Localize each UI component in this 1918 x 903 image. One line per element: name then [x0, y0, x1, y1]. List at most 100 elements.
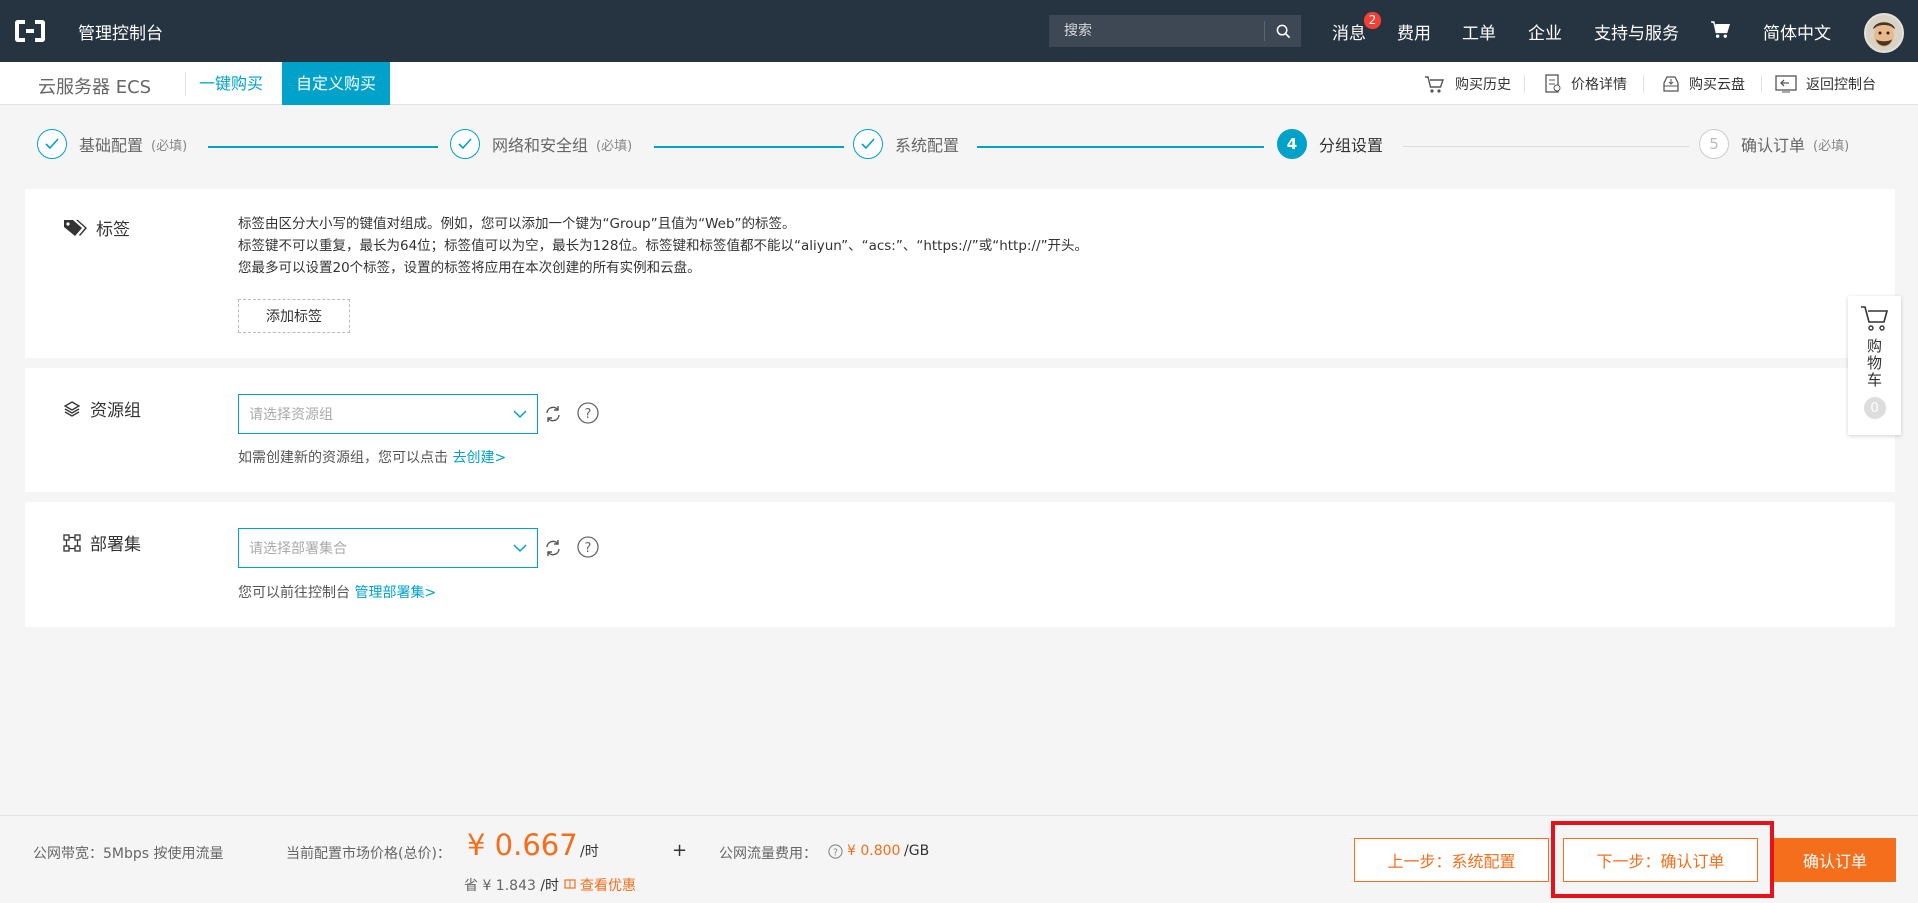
price-label: 当前配置市场价格(总价)：	[286, 846, 451, 862]
help-icon[interactable]: ?	[828, 844, 843, 863]
resource-group-label: 资源组	[90, 401, 141, 421]
floating-cart-label: 购物车	[1866, 337, 1882, 389]
nav-language[interactable]: 简体中文	[1763, 19, 1831, 44]
step-system-config[interactable]: 系统配置	[853, 129, 959, 159]
svg-text:?: ?	[833, 847, 838, 858]
shopping-cart-icon[interactable]	[1710, 20, 1731, 43]
svg-text:?: ?	[585, 541, 592, 556]
step-number: 4	[1277, 129, 1307, 159]
deployment-set-hint: 您可以前往控制台 管理部署集>	[238, 582, 436, 602]
view-discount-link[interactable]: 查看优惠	[563, 878, 636, 894]
step-network-security[interactable]: 网络和安全组 (必填)	[450, 129, 632, 159]
resource-group-panel: 资源组 请选择资源组 ? 如需创建新的资源组，您可以点击 去创建>	[25, 368, 1895, 492]
step-label: 分组设置	[1319, 136, 1384, 155]
step-connector	[654, 146, 844, 148]
savings-line: 省 ¥ 1.843 /时 查看优惠	[464, 875, 636, 895]
document-icon	[1545, 74, 1561, 93]
shopping-cart-icon	[1860, 306, 1888, 331]
help-icon[interactable]: ?	[577, 402, 599, 428]
confirm-order-button[interactable]: 确认订单	[1774, 838, 1896, 882]
tab-custom-purchase[interactable]: 自定义购买	[282, 62, 391, 105]
price-unit: /时	[580, 844, 599, 860]
toolbar-divider	[1643, 75, 1644, 93]
step-basic-config[interactable]: 基础配置 (必填)	[37, 129, 187, 159]
resource-group-placeholder: 请选择资源组	[249, 407, 333, 423]
tags-desc-line: 标签键不可以重复，最长为64位；标签值可以为空，最长为128位。标签键和标签值都…	[238, 238, 1089, 254]
price-details-label: 价格详情	[1571, 77, 1627, 93]
search-icon[interactable]	[1265, 15, 1301, 47]
view-discount-label: 查看优惠	[579, 878, 636, 894]
plus-sign: +	[672, 840, 688, 861]
refresh-icon[interactable]	[544, 405, 562, 427]
deployment-set-select[interactable]: 请选择部署集合	[238, 528, 538, 568]
back-to-console-link[interactable]: 返回控制台	[1775, 74, 1876, 94]
buy-disk-label: 购买云盘	[1689, 77, 1745, 93]
help-icon[interactable]: ?	[577, 536, 599, 562]
price-details-link[interactable]: 价格详情	[1544, 74, 1627, 94]
save-amount: ¥ 1.843	[482, 878, 536, 894]
tag-icon	[64, 219, 87, 236]
next-step-button[interactable]: 下一步：确认订单	[1563, 838, 1758, 882]
add-tag-button[interactable]: 添加标签	[238, 299, 350, 333]
coupon-icon	[563, 879, 576, 889]
deployment-set-placeholder: 请选择部署集合	[249, 541, 347, 557]
purchase-history-link[interactable]: 购买历史	[1424, 74, 1511, 94]
step-connector	[208, 146, 438, 148]
disk-icon	[1663, 76, 1679, 92]
step-number: 5	[1699, 129, 1729, 159]
cart-count-badge: 0	[1863, 397, 1886, 419]
tags-panel: 标签 标签由区分大小写的键值对组成。例如，您可以添加一个键为“Group”且值为…	[25, 189, 1895, 358]
tags-desc-line: 标签由区分大小写的键值对组成。例如，您可以添加一个键为“Group”且值为“We…	[238, 216, 796, 232]
deployment-set-hint-text: 您可以前往控制台	[238, 585, 350, 601]
step-label: 网络和安全组	[492, 136, 589, 155]
nav-tickets[interactable]: 工单	[1462, 19, 1496, 44]
step-group-settings[interactable]: 4 分组设置	[1277, 129, 1383, 159]
buy-disk-link[interactable]: 购买云盘	[1662, 74, 1745, 94]
back-to-console-icon	[1775, 75, 1797, 93]
toolbar-divider	[1761, 75, 1762, 93]
tags-description: 标签由区分大小写的键值对组成。例如，您可以添加一个键为“Group”且值为“We…	[238, 213, 1088, 279]
nav-support[interactable]: 支持与服务	[1594, 19, 1679, 44]
manage-deployment-set-link[interactable]: 管理部署集>	[354, 585, 436, 601]
floating-cart[interactable]: 购物车 0	[1848, 296, 1901, 435]
tags-title-label: 标签	[96, 220, 130, 240]
bandwidth-info: 公网带宽：5Mbps 按使用流量	[33, 846, 224, 862]
product-sub-header: 云服务器 ECS 一键购买 自定义购买 购买历史 价格详情 购买云盘 返回控制台	[0, 62, 1918, 105]
aliyun-logo-icon[interactable]	[15, 20, 45, 42]
deployment-set-panel: 部署集 请选择部署集合 ? 您可以前往控制台 管理部署集>	[25, 502, 1895, 627]
chevron-down-icon	[513, 409, 527, 418]
bottom-price-bar: 公网带宽：5Mbps 按使用流量 当前配置市场价格(总价)： ¥ 0.667 /…	[0, 815, 1918, 903]
step-label: 系统配置	[895, 136, 960, 155]
product-name: 云服务器 ECS	[38, 77, 152, 98]
console-title[interactable]: 管理控制台	[78, 19, 163, 44]
step-connector	[1403, 146, 1689, 147]
check-icon	[450, 129, 480, 159]
step-label: 确认订单	[1741, 136, 1806, 155]
resource-group-title: 资源组	[63, 396, 141, 421]
deployment-set-title: 部署集	[63, 530, 141, 555]
nav-fees[interactable]: 费用	[1397, 19, 1431, 44]
user-avatar[interactable]	[1864, 13, 1904, 53]
save-prefix: 省	[464, 878, 478, 894]
deployment-set-label: 部署集	[90, 535, 141, 555]
check-icon	[853, 129, 883, 159]
nav-enterprise[interactable]: 企业	[1528, 19, 1562, 44]
resource-group-hint: 如需创建新的资源组，您可以点击 去创建>	[238, 447, 506, 467]
cart-history-icon	[1425, 76, 1444, 93]
tags-desc-line: 您最多可以设置20个标签，设置的标签将应用在本次创建的所有实例和云盘。	[238, 260, 701, 276]
refresh-icon[interactable]	[544, 539, 562, 561]
prev-step-button[interactable]: 上一步：系统配置	[1354, 838, 1549, 882]
resource-group-hint-text: 如需创建新的资源组，您可以点击	[238, 450, 448, 466]
step-required-note: (必填)	[1813, 138, 1850, 154]
tab-quick-purchase[interactable]: 一键购买	[185, 62, 277, 105]
step-confirm-order[interactable]: 5 确认订单 (必填)	[1699, 129, 1849, 159]
nav-messages[interactable]: 消息	[1332, 19, 1366, 44]
tags-title: 标签	[63, 215, 130, 240]
step-required-note: (必填)	[596, 138, 633, 154]
messages-badge: 2	[1364, 12, 1381, 29]
resource-group-select[interactable]: 请选择资源组	[238, 394, 538, 434]
create-resource-group-link[interactable]: 去创建>	[452, 450, 506, 466]
search-input[interactable]	[1049, 15, 1264, 47]
step-required-note: (必填)	[151, 138, 188, 154]
check-icon	[37, 129, 67, 159]
